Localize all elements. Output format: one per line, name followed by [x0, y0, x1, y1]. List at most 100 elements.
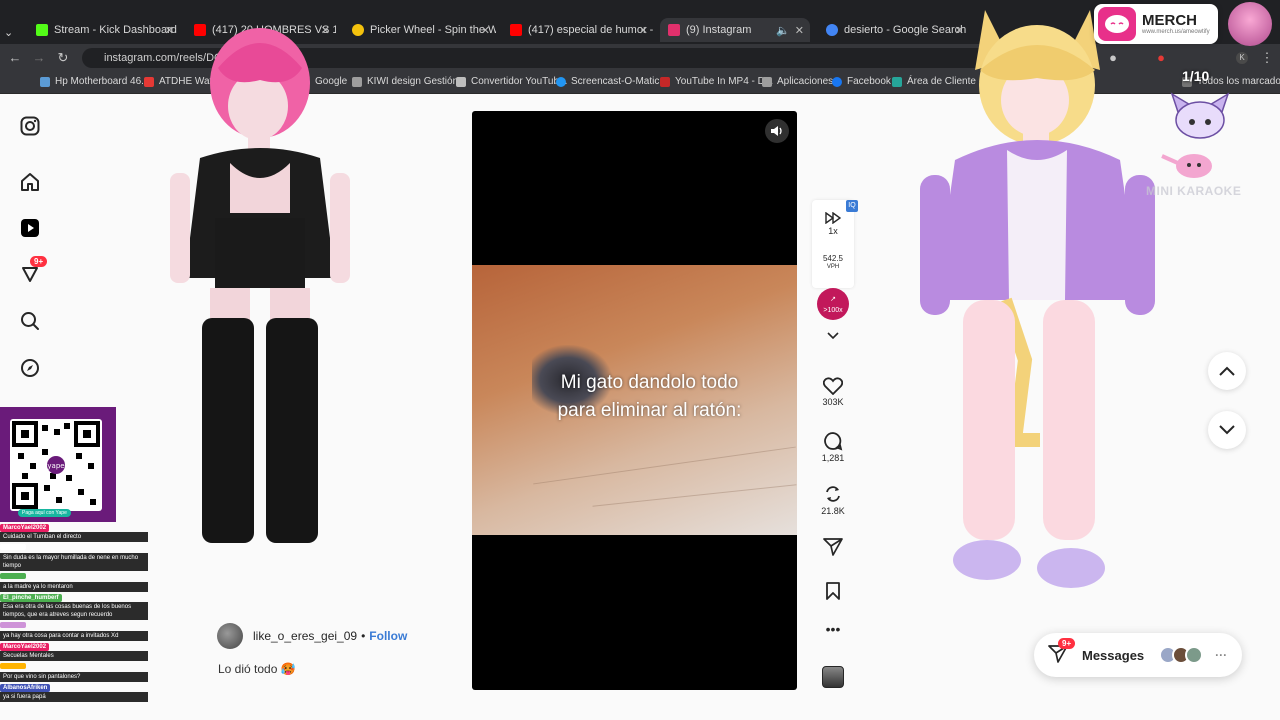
bookmark-label: Facebook — [847, 76, 891, 87]
chat-message: MarcoYael2002 Secuelas Mentales — [0, 643, 150, 661]
tab-title: (9) Instagram — [686, 24, 752, 36]
messages-button[interactable]: 9+ Messages ··· — [1034, 633, 1242, 677]
chat-text: Secuelas Mentales — [0, 651, 148, 661]
extension-badge-icon: IQ — [846, 200, 858, 212]
reels-icon[interactable] — [18, 216, 42, 240]
comment-icon — [824, 432, 843, 451]
activity-icon[interactable]: 9+ — [18, 256, 48, 286]
bookmark-item[interactable]: Convertidor YouTub... — [456, 76, 567, 87]
more-horizontal-icon[interactable]: ··· — [1215, 648, 1227, 662]
tab-youtube-2[interactable]: (417) especial de humor - You ✕ — [502, 18, 654, 42]
share-button[interactable] — [812, 538, 854, 558]
bookmark-item[interactable]: Facebook — [832, 76, 891, 87]
streamer-avatar — [1228, 2, 1272, 46]
tab-title: (417) especial de humor - You — [528, 24, 654, 36]
like-button[interactable]: 303K — [812, 377, 854, 407]
recent-contacts — [1159, 646, 1204, 664]
floor-tile-line — [592, 484, 797, 507]
speed-button[interactable]: 1x — [812, 212, 854, 236]
reload-icon[interactable]: ↻ — [54, 50, 72, 66]
bookmark-label: KIWI design Gestión... — [367, 76, 467, 87]
chat-message: Sin duda es la mayor humillada de nene e… — [0, 544, 150, 571]
follow-button[interactable]: Follow — [369, 629, 407, 643]
more-options-button[interactable]: ••• — [812, 621, 854, 637]
chevron-down-icon — [1219, 425, 1235, 435]
chat-message: MarcoYael2002 Cuidado el Tumban el direct… — [0, 524, 150, 542]
bookmark-item[interactable]: YouTube In MP4 - D... — [660, 76, 773, 87]
more-horizontal-icon: ••• — [825, 621, 841, 637]
chat-text: ya hay otra cosa para contar a invitados… — [0, 631, 148, 641]
chat-message: AlbanosAfriken ya si fuera papá — [0, 684, 150, 702]
explore-icon[interactable] — [18, 356, 42, 380]
author-username[interactable]: like_o_eres_gei_09 — [253, 629, 357, 643]
speaker-icon[interactable]: 🔈 — [776, 24, 790, 37]
next-reel-button[interactable] — [1208, 411, 1246, 449]
close-icon[interactable]: ✕ — [795, 24, 804, 37]
boost-badge[interactable]: ↗ >100x — [817, 288, 849, 320]
bookmark-icon — [826, 582, 840, 600]
queue-counter: 1/10 — [1182, 68, 1210, 84]
chat-message: El_pinche_humberf Esa era otra de las cos… — [0, 594, 150, 620]
messages-badge: 9+ — [1058, 637, 1076, 649]
facebook-icon — [832, 76, 842, 87]
speed-value: 542.5 — [822, 254, 844, 263]
bookmark-label: Convertidor YouTub... — [471, 76, 568, 87]
chevron-down-icon — [827, 332, 839, 340]
kick-favicon-icon — [36, 24, 48, 36]
chat-text: Sin duda es la mayor humillada de nene e… — [0, 553, 148, 571]
tab-instagram[interactable]: (9) Instagram 🔈 ✕ — [660, 18, 810, 42]
volume-button[interactable] — [765, 119, 789, 143]
floor-tile-line — [533, 446, 796, 485]
bookmark-item[interactable]: Aplicaciones — [762, 76, 833, 87]
chat-username: AlbanosAfriken — [0, 684, 51, 692]
forward-arrow-icon[interactable]: → — [30, 50, 48, 66]
chat-message: ya hay otra cosa para contar a invitados… — [0, 622, 150, 641]
chat-username: El_pinche_humberf — [0, 594, 62, 602]
karaoke-label: MINI KARAOKE — [1146, 184, 1242, 198]
reposts-count: 21.8K — [821, 506, 845, 516]
merch-logo-icon — [1098, 7, 1136, 41]
chat-username-tag — [0, 544, 26, 550]
avatar[interactable] — [217, 623, 243, 649]
cat-sticker-icon — [1161, 154, 1212, 178]
chat-username-tag — [0, 663, 26, 669]
more-vertical-icon[interactable]: ⋮ — [1258, 50, 1276, 66]
fast-forward-icon — [825, 212, 841, 224]
messenger-icon: 9+ — [1048, 637, 1076, 666]
close-icon[interactable]: ✕ — [481, 24, 490, 37]
save-button[interactable] — [812, 582, 854, 602]
chat-message: a la madre ya lo mentaron — [0, 573, 150, 592]
reel-caption-overlay: Mi gato dandolo todo para eliminar al ra… — [472, 369, 797, 425]
apps-grid-icon — [762, 76, 772, 87]
caption-line: Mi gato dandolo todo — [560, 372, 739, 393]
post-author: like_o_eres_gei_09 • Follow — [217, 622, 457, 650]
comments-count: 1,281 — [821, 453, 845, 463]
audio-thumbnail[interactable] — [812, 666, 854, 688]
messages-label: Messages — [1082, 647, 1145, 663]
trending-up-icon: ↗ — [830, 296, 836, 303]
vtuber-avatar-right — [920, 10, 1155, 588]
boost-label: >100x — [823, 307, 843, 314]
search-icon[interactable] — [18, 309, 42, 333]
repost-button[interactable]: 21.8K — [812, 484, 854, 516]
close-icon[interactable]: ✕ — [639, 24, 648, 37]
back-arrow-icon[interactable]: ← — [6, 50, 24, 66]
previous-reel-button[interactable] — [1208, 352, 1246, 390]
vtuber-avatar-left — [170, 28, 350, 543]
speed-label: 1x — [828, 226, 838, 236]
merch-title: MERCH — [1142, 12, 1197, 29]
bookmark-item[interactable]: Screencast-O-Matic... — [556, 76, 668, 87]
qr-label: Paga aquí con Yape — [18, 509, 71, 517]
comment-button[interactable]: 1,281 — [812, 431, 854, 463]
tab-list-button[interactable]: ⌄ — [4, 20, 18, 44]
likes-count: 303K — [822, 397, 844, 407]
profile-icon[interactable]: K — [1236, 52, 1248, 64]
bookmark-item[interactable]: Hp Motherboard 46... — [40, 76, 150, 87]
home-icon[interactable] — [18, 170, 42, 194]
caption-line: para eliminar al ratón: — [557, 400, 742, 421]
instagram-icon[interactable] — [18, 114, 42, 138]
reel-video-frame: Mi gato dandolo todo para eliminar al ra… — [472, 265, 797, 535]
more-options-toggle[interactable] — [812, 332, 854, 342]
reel-video-player[interactable]: Mi gato dandolo todo para eliminar al ra… — [472, 111, 797, 690]
send-icon — [823, 538, 843, 556]
